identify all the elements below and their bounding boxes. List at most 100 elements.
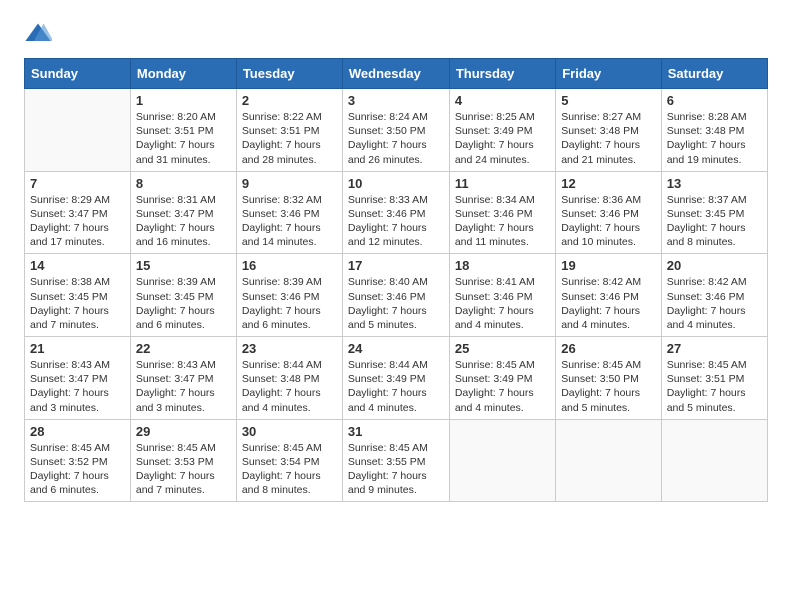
day-info: Sunrise: 8:39 AMSunset: 3:45 PMDaylight:…: [136, 275, 231, 332]
calendar-cell: 4Sunrise: 8:25 AMSunset: 3:49 PMDaylight…: [449, 89, 555, 172]
calendar-cell: 23 Sunrise: 8:44 AMSunset: 3:48 PMDayligh…: [236, 337, 342, 420]
calendar-cell: 1 Sunrise: 8:20 AMSunset: 3:51 PMDaylight…: [130, 89, 236, 172]
calendar-cell: 19 Sunrise: 8:42 AMSunset: 3:46 PMDayligh…: [556, 254, 662, 337]
calendar-header-monday: Monday: [130, 59, 236, 89]
day-info: Sunrise: 8:39 AMSunset: 3:46 PMDaylight:…: [242, 275, 337, 332]
day-number: 20: [667, 258, 762, 273]
day-info: Sunrise: 8:38 AMSunset: 3:45 PMDaylight:…: [30, 275, 125, 332]
calendar-header-thursday: Thursday: [449, 59, 555, 89]
calendar-cell: 28 Sunrise: 8:45 AMSunset: 3:52 PMDayligh…: [25, 419, 131, 502]
logo: [24, 20, 56, 48]
calendar-cell: 22 Sunrise: 8:43 AMSunset: 3:47 PMDayligh…: [130, 337, 236, 420]
day-info: Sunrise: 8:44 AMSunset: 3:49 PMDaylight:…: [348, 358, 444, 415]
calendar-cell: 3 Sunrise: 8:24 AMSunset: 3:50 PMDaylight…: [342, 89, 449, 172]
calendar-cell: 15 Sunrise: 8:39 AMSunset: 3:45 PMDayligh…: [130, 254, 236, 337]
day-number: 23: [242, 341, 337, 356]
calendar-cell: [556, 419, 662, 502]
calendar-body: 1 Sunrise: 8:20 AMSunset: 3:51 PMDaylight…: [25, 89, 768, 502]
day-number: 14: [30, 258, 125, 273]
day-number: 8: [136, 176, 231, 191]
day-number: 30: [242, 424, 337, 439]
day-number: 28: [30, 424, 125, 439]
calendar-header-friday: Friday: [556, 59, 662, 89]
day-number: 9: [242, 176, 337, 191]
calendar-header-wednesday: Wednesday: [342, 59, 449, 89]
day-number: 17: [348, 258, 444, 273]
day-number: 1: [136, 93, 231, 108]
day-info: Sunrise: 8:31 AMSunset: 3:47 PMDaylight:…: [136, 193, 231, 250]
day-number: 29: [136, 424, 231, 439]
day-number: 16: [242, 258, 337, 273]
calendar-cell: 13Sunrise: 8:37 AMSunset: 3:45 PMDayligh…: [661, 171, 767, 254]
calendar-cell: 21Sunrise: 8:43 AMSunset: 3:47 PMDayligh…: [25, 337, 131, 420]
calendar-cell: 2Sunrise: 8:22 AMSunset: 3:51 PMDaylight…: [236, 89, 342, 172]
day-number: 6: [667, 93, 762, 108]
day-number: 22: [136, 341, 231, 356]
day-number: 10: [348, 176, 444, 191]
day-number: 25: [455, 341, 550, 356]
calendar-week-2: 7 Sunrise: 8:29 AMSunset: 3:47 PMDaylight…: [25, 171, 768, 254]
day-number: 27: [667, 341, 762, 356]
day-number: 24: [348, 341, 444, 356]
day-info: Sunrise: 8:45 AMSunset: 3:49 PMDaylight:…: [455, 358, 550, 415]
calendar-cell: [661, 419, 767, 502]
day-info: Sunrise: 8:37 AMSunset: 3:45 PMDaylight:…: [667, 193, 762, 250]
calendar-cell: 17 Sunrise: 8:40 AMSunset: 3:46 PMDayligh…: [342, 254, 449, 337]
day-info: Sunrise: 8:41 AMSunset: 3:46 PMDaylight:…: [455, 275, 550, 332]
day-info: Sunrise: 8:45 AMSunset: 3:52 PMDaylight:…: [30, 441, 125, 498]
day-info: Sunrise: 8:40 AMSunset: 3:46 PMDaylight:…: [348, 275, 444, 332]
day-number: 31: [348, 424, 444, 439]
calendar-cell: 30 Sunrise: 8:45 AMSunset: 3:54 PMDayligh…: [236, 419, 342, 502]
calendar-cell: 12 Sunrise: 8:36 AMSunset: 3:46 PMDayligh…: [556, 171, 662, 254]
calendar-cell: 10Sunrise: 8:33 AMSunset: 3:46 PMDayligh…: [342, 171, 449, 254]
calendar-header-row: SundayMondayTuesdayWednesdayThursdayFrid…: [25, 59, 768, 89]
calendar-cell: 11 Sunrise: 8:34 AMSunset: 3:46 PMDayligh…: [449, 171, 555, 254]
day-info: Sunrise: 8:20 AMSunset: 3:51 PMDaylight:…: [136, 110, 231, 167]
day-info: Sunrise: 8:43 AMSunset: 3:47 PMDaylight:…: [136, 358, 231, 415]
day-info: Sunrise: 8:25 AMSunset: 3:49 PMDaylight:…: [455, 110, 550, 167]
day-number: 26: [561, 341, 656, 356]
calendar-cell: 8 Sunrise: 8:31 AMSunset: 3:47 PMDaylight…: [130, 171, 236, 254]
day-number: 11: [455, 176, 550, 191]
calendar-cell: 5 Sunrise: 8:27 AMSunset: 3:48 PMDaylight…: [556, 89, 662, 172]
calendar-cell: 18 Sunrise: 8:41 AMSunset: 3:46 PMDayligh…: [449, 254, 555, 337]
day-info: Sunrise: 8:45 AMSunset: 3:55 PMDaylight:…: [348, 441, 444, 498]
day-number: 7: [30, 176, 125, 191]
calendar-week-3: 14 Sunrise: 8:38 AMSunset: 3:45 PMDayligh…: [25, 254, 768, 337]
day-info: Sunrise: 8:29 AMSunset: 3:47 PMDaylight:…: [30, 193, 125, 250]
day-info: Sunrise: 8:45 AMSunset: 3:53 PMDaylight:…: [136, 441, 231, 498]
logo-icon: [24, 20, 52, 48]
calendar-cell: 20 Sunrise: 8:42 AMSunset: 3:46 PMDayligh…: [661, 254, 767, 337]
calendar-cell: 31 Sunrise: 8:45 AMSunset: 3:55 PMDayligh…: [342, 419, 449, 502]
day-info: Sunrise: 8:27 AMSunset: 3:48 PMDaylight:…: [561, 110, 656, 167]
day-number: 3: [348, 93, 444, 108]
calendar-cell: 25 Sunrise: 8:45 AMSunset: 3:49 PMDayligh…: [449, 337, 555, 420]
calendar-week-4: 21Sunrise: 8:43 AMSunset: 3:47 PMDayligh…: [25, 337, 768, 420]
calendar-cell: 29 Sunrise: 8:45 AMSunset: 3:53 PMDayligh…: [130, 419, 236, 502]
calendar-cell: 27Sunrise: 8:45 AMSunset: 3:51 PMDayligh…: [661, 337, 767, 420]
day-number: 12: [561, 176, 656, 191]
day-number: 15: [136, 258, 231, 273]
calendar-week-1: 1 Sunrise: 8:20 AMSunset: 3:51 PMDaylight…: [25, 89, 768, 172]
day-info: Sunrise: 8:44 AMSunset: 3:48 PMDaylight:…: [242, 358, 337, 415]
day-number: 18: [455, 258, 550, 273]
day-info: Sunrise: 8:42 AMSunset: 3:46 PMDaylight:…: [667, 275, 762, 332]
day-info: Sunrise: 8:43 AMSunset: 3:47 PMDaylight:…: [30, 358, 125, 415]
calendar-header-saturday: Saturday: [661, 59, 767, 89]
day-number: 2: [242, 93, 337, 108]
day-number: 19: [561, 258, 656, 273]
day-info: Sunrise: 8:42 AMSunset: 3:46 PMDaylight:…: [561, 275, 656, 332]
calendar-cell: 26Sunrise: 8:45 AMSunset: 3:50 PMDayligh…: [556, 337, 662, 420]
day-info: Sunrise: 8:45 AMSunset: 3:54 PMDaylight:…: [242, 441, 337, 498]
day-info: Sunrise: 8:36 AMSunset: 3:46 PMDaylight:…: [561, 193, 656, 250]
header: [24, 20, 768, 48]
day-info: Sunrise: 8:34 AMSunset: 3:46 PMDaylight:…: [455, 193, 550, 250]
calendar-cell: [25, 89, 131, 172]
calendar-cell: 6 Sunrise: 8:28 AMSunset: 3:48 PMDaylight…: [661, 89, 767, 172]
calendar-table: SundayMondayTuesdayWednesdayThursdayFrid…: [24, 58, 768, 502]
day-info: Sunrise: 8:24 AMSunset: 3:50 PMDaylight:…: [348, 110, 444, 167]
calendar-cell: 9Sunrise: 8:32 AMSunset: 3:46 PMDaylight…: [236, 171, 342, 254]
day-number: 5: [561, 93, 656, 108]
calendar-header-tuesday: Tuesday: [236, 59, 342, 89]
day-info: Sunrise: 8:28 AMSunset: 3:48 PMDaylight:…: [667, 110, 762, 167]
